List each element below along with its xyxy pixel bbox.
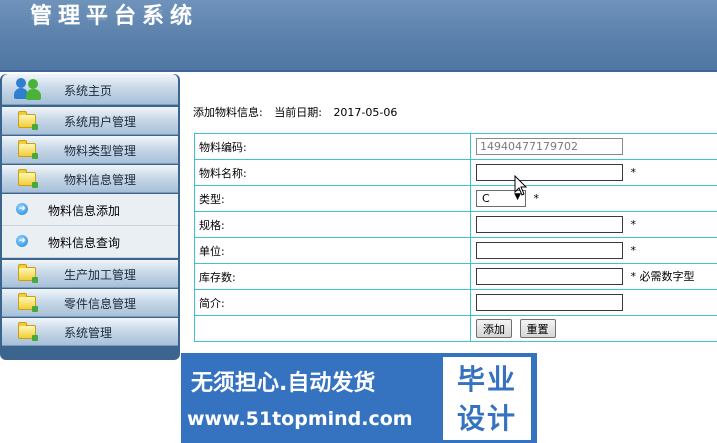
page-title: 添加物料信息: [193,106,263,119]
stock-input[interactable] [476,268,623,286]
mouse-pointer-icon [514,175,528,196]
field-label: 规格: [194,211,471,238]
field-label: 物料编码: [194,133,471,160]
description-input[interactable] [476,294,623,311]
users-icon [14,77,44,101]
field-label: 类型: [194,185,471,212]
watermark-site: www.51topmind.com [187,408,413,430]
app-header: 管理平台系统 管理平台系统 [0,0,717,72]
form-row-actions: 添加 重置 [194,315,717,342]
date-label: 当前日期: [274,106,322,119]
material-name-input[interactable] [476,164,623,181]
folder-icon [18,140,38,159]
required-mark: * [630,244,637,257]
sidebar-subitem-label: 物料信息查询 [48,236,121,250]
field-label: 物料名称: [194,159,471,186]
field-label: 库存数: [194,263,471,290]
sidebar-item-system-admin[interactable]: 系统管理 [2,318,178,346]
form-row-type: 类型: C ▼ * [194,185,717,212]
sidebar-item-label: 系统管理 [64,326,113,340]
folder-icon [18,169,38,188]
sidebar-item-label: 物料类型管理 [64,144,137,158]
sidebar-item-material-types[interactable]: 物料类型管理 [2,136,178,164]
sidebar: 系统主页 系统用户管理 物料类型管理 物料信息管理 ➜ 物料信息添加 ➜ 物料信… [0,74,180,360]
sidebar-subitem-query-material[interactable]: ➜ 物料信息查询 [2,226,178,258]
watermark-slogan: 无须担心.自动发货 [191,371,376,396]
reset-button[interactable]: 重置 [519,319,556,338]
form-row-unit: 单位: * [194,237,717,264]
app-title-reflection: 管理平台系统 [30,6,199,21]
material-form: 物料编码: 物料名称: * 类型: C ▼ * 规格: * 单位: [194,133,717,342]
required-mark: * [533,192,540,205]
form-row-name: 物料名称: * [194,159,717,186]
folder-icon [18,264,38,283]
type-select-value: C [482,192,490,205]
material-code-input[interactable] [476,138,623,155]
arrow-right-icon: ➜ [16,235,28,247]
add-button[interactable]: 添加 [476,319,512,338]
form-row-stock: 库存数: * 必需数字型 [194,263,717,290]
sidebar-item-label: 系统用户管理 [64,115,137,129]
folder-icon [18,322,38,341]
form-row-code: 物料编码: [194,133,717,160]
numeric-hint: 必需数字型 [639,269,695,283]
sidebar-subitem-add-material[interactable]: ➜ 物料信息添加 [2,194,178,226]
required-mark: * [630,270,637,284]
watermark-badge: 毕业 设计 [443,357,531,440]
unit-input[interactable] [476,242,623,259]
watermark-badge-line2: 设计 [456,402,517,435]
spec-input[interactable] [476,216,623,233]
watermark-badge-line1: 毕业 [456,363,517,396]
date-value: 2017-05-06 [333,106,398,119]
sidebar-item-label: 系统主页 [64,84,113,98]
sidebar-item-label: 零件信息管理 [64,297,137,311]
folder-icon [18,111,38,130]
sidebar-item-system-users[interactable]: 系统用户管理 [2,107,178,135]
watermark-banner: 无须担心.自动发货 www.51topmind.com 毕业 设计 [181,353,537,443]
sidebar-item-label: 物料信息管理 [64,173,137,187]
form-row-description: 简介: [194,289,717,316]
field-label: 简介: [194,289,471,316]
required-mark: * [630,166,637,179]
sidebar-item-parts[interactable]: 零件信息管理 [2,289,178,317]
folder-icon [18,293,38,312]
field-label: 单位: [194,237,471,264]
sidebar-item-home[interactable]: 系统主页 [2,74,178,105]
sidebar-item-label: 生产加工管理 [64,268,137,282]
form-row-spec: 规格: * [194,211,717,238]
arrow-right-icon: ➜ [16,203,28,215]
page-info: 添加物料信息: 当前日期: 2017-05-06 [193,104,405,120]
sidebar-item-production[interactable]: 生产加工管理 [2,260,178,288]
sidebar-item-material-info[interactable]: 物料信息管理 [2,165,178,193]
header-divider [0,70,717,72]
sidebar-subitem-label: 物料信息添加 [48,204,121,218]
required-mark: * [630,218,637,231]
